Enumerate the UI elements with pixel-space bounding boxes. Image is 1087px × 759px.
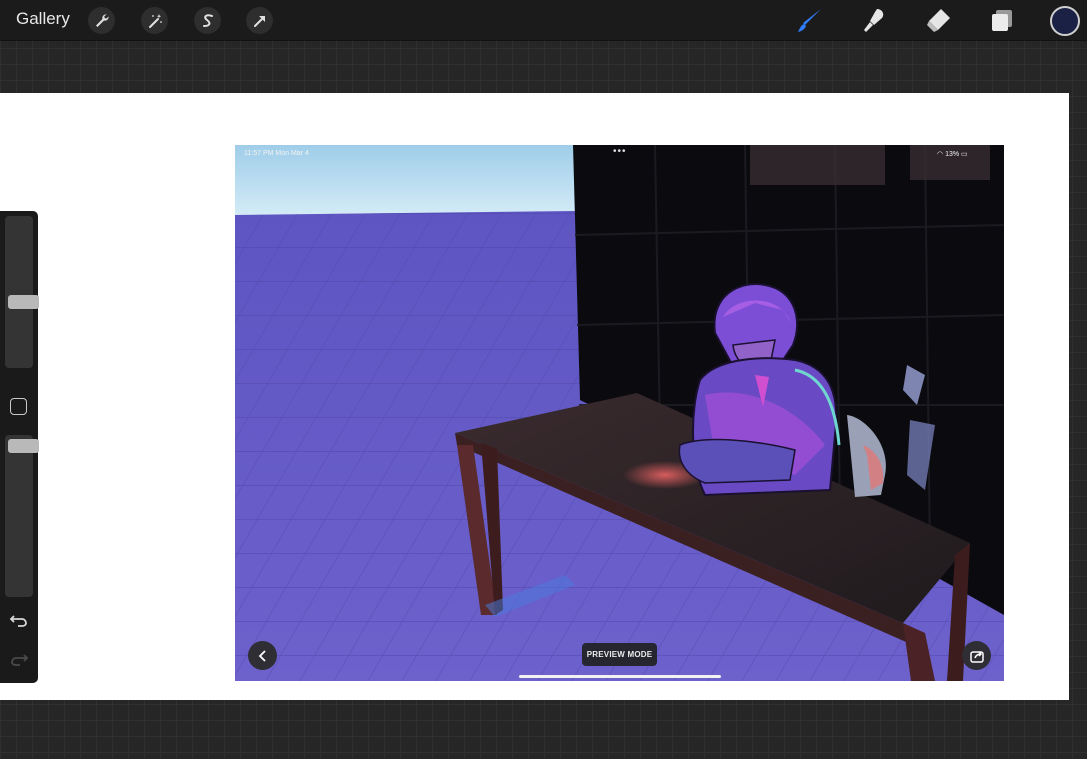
gallery-button[interactable]: Gallery	[16, 9, 70, 29]
actions-button[interactable]	[88, 7, 115, 34]
selection-button[interactable]	[194, 7, 221, 34]
smudge-icon	[864, 9, 884, 32]
color-picker-button[interactable]	[1050, 6, 1080, 36]
top-toolbar: Gallery	[0, 0, 1087, 41]
eraser-icon	[927, 9, 950, 32]
share-icon	[969, 650, 984, 663]
undo-icon	[9, 615, 27, 627]
preview-mode-button[interactable]: PREVIEW MODE	[582, 643, 657, 666]
battery-percent: 13%	[945, 151, 960, 158]
home-indicator	[519, 675, 721, 678]
share-button[interactable]	[962, 641, 991, 670]
layers-button[interactable]	[988, 6, 1016, 34]
redo-icon	[11, 654, 29, 666]
opacity-slider[interactable]	[5, 435, 39, 597]
status-time: 11:57 PM Mon Mar 4	[244, 150, 309, 157]
transform-button[interactable]	[246, 7, 273, 34]
battery-icon: ▭	[961, 151, 968, 158]
brush-size-thumb[interactable]	[8, 294, 39, 309]
redo-button[interactable]	[8, 651, 30, 669]
more-dots-icon: •••	[613, 146, 627, 157]
wifi-icon: ◠	[937, 151, 944, 158]
scene-illustration	[235, 145, 1004, 681]
magic-wand-icon	[148, 13, 162, 28]
eraser-button[interactable]	[924, 6, 952, 34]
brush-size-slider[interactable]	[5, 216, 39, 368]
status-indicators: ◠ 13% ▭	[937, 150, 968, 158]
chevron-left-icon	[258, 649, 266, 662]
back-button[interactable]	[248, 641, 277, 670]
modify-square-icon[interactable]	[10, 398, 27, 415]
brush-icon	[798, 9, 821, 32]
left-sidebar	[0, 211, 39, 683]
wrench-icon	[95, 13, 109, 27]
smudge-button[interactable]	[860, 6, 888, 34]
brush-button[interactable]	[796, 6, 824, 34]
transform-arrow-icon	[253, 15, 265, 27]
layers-icon	[992, 10, 1012, 31]
selection-s-icon	[202, 13, 213, 27]
undo-button[interactable]	[8, 612, 30, 630]
opacity-thumb[interactable]	[8, 439, 39, 454]
adjustments-button[interactable]	[141, 7, 168, 34]
artwork-screenshot: 11:57 PM Mon Mar 4 ••• ◠ 13% ▭ PREVIEW M…	[235, 145, 1004, 681]
